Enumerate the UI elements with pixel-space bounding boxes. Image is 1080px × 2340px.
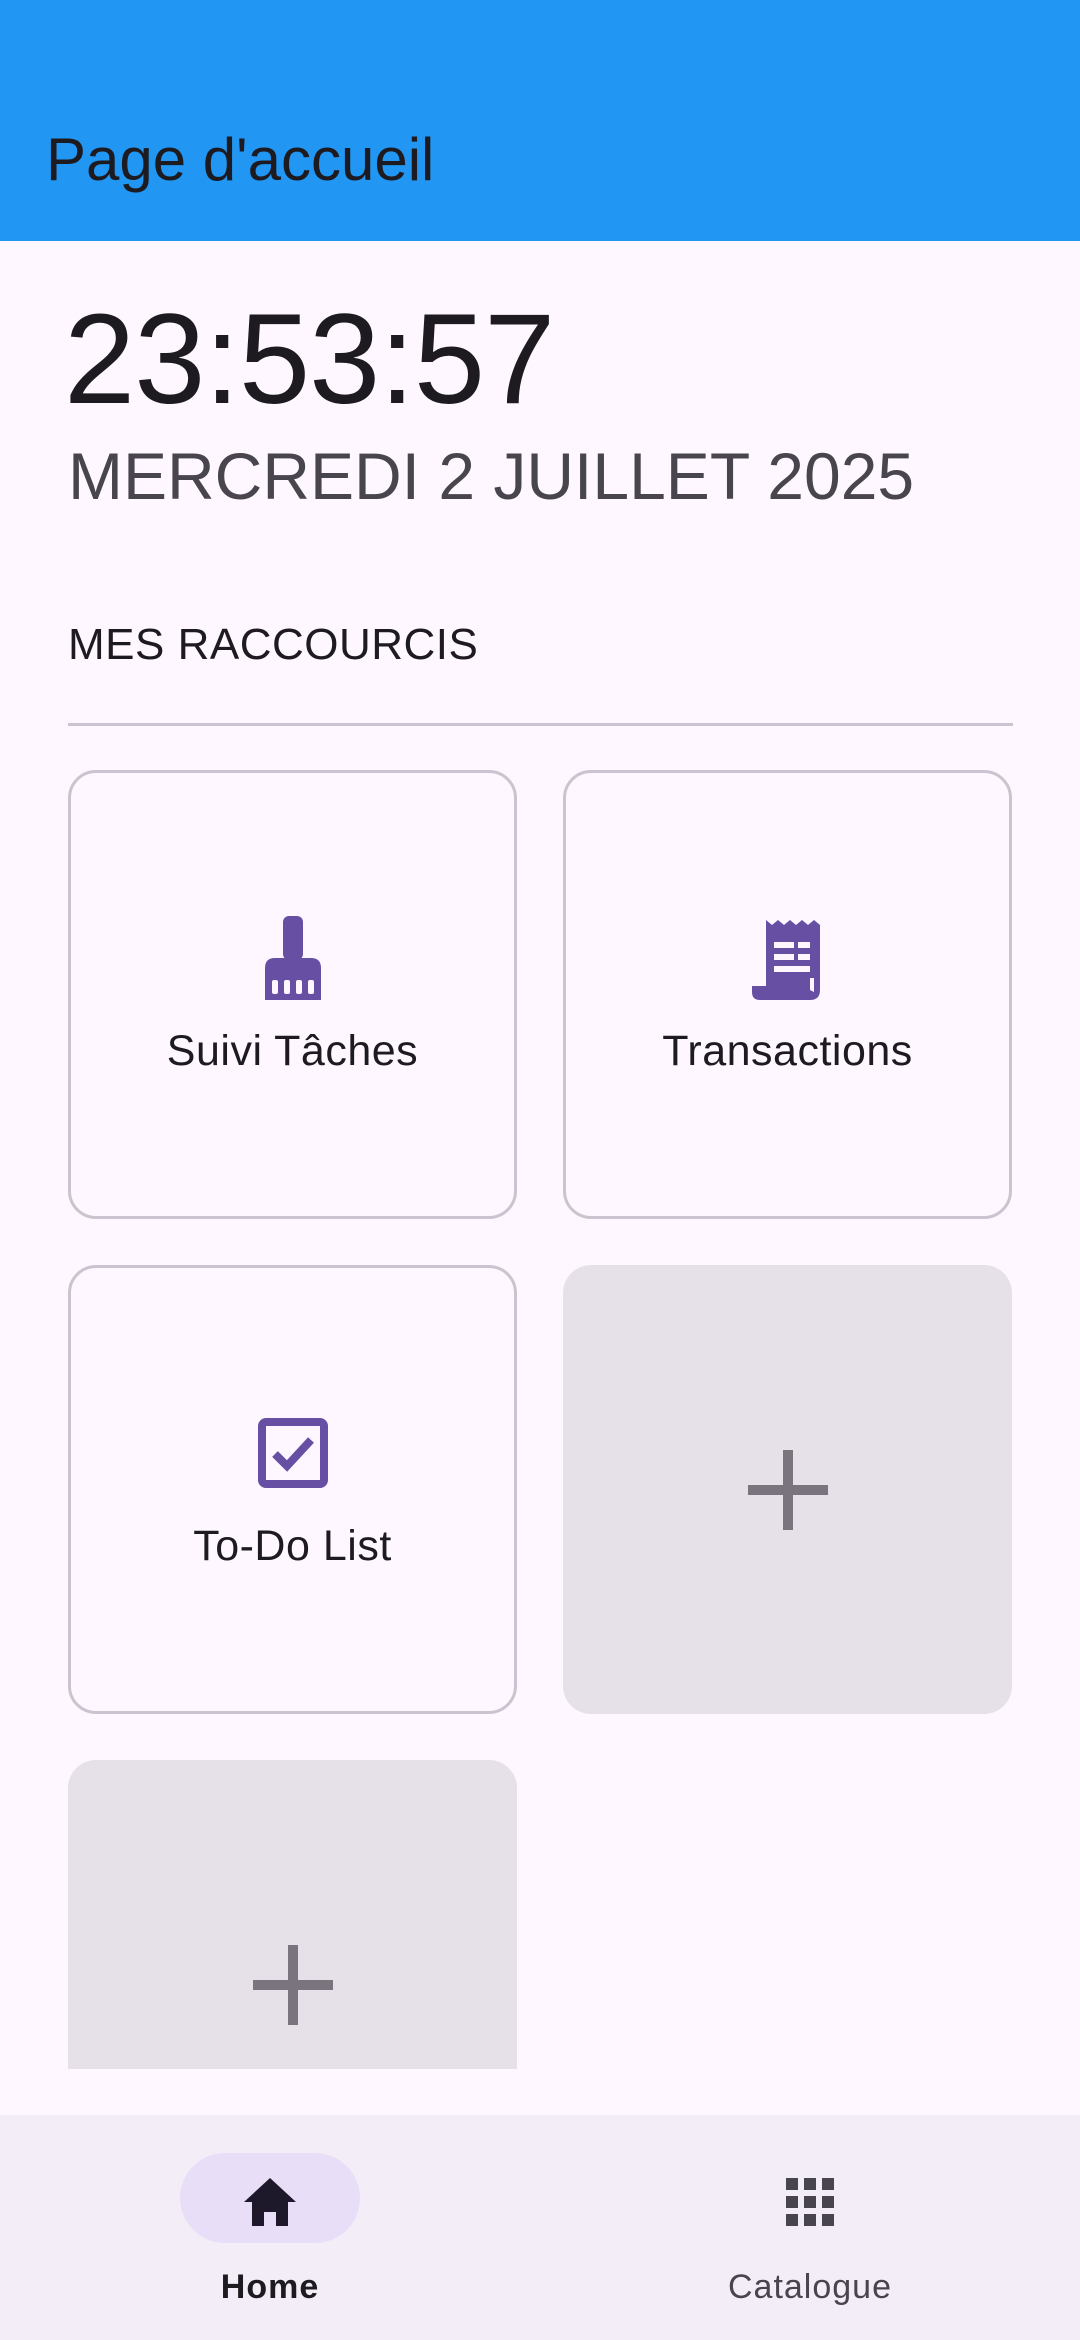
plus-icon <box>251 1943 335 2027</box>
section-divider <box>68 723 1013 726</box>
page-title: Page d'accueil <box>46 126 435 193</box>
nav-label-catalogue: Catalogue <box>727 2268 892 2306</box>
shortcuts-grid: Suivi Tâches Transactions To-Do List <box>0 760 1080 2069</box>
add-shortcut-tile[interactable] <box>563 1265 1012 1714</box>
nav-item-home[interactable]: Home <box>0 2115 540 2340</box>
clock-time: 23:53:57 <box>64 288 555 431</box>
clock-date: MERCREDI 2 JUILLET 2025 <box>68 439 915 513</box>
shortcut-label: To-Do List <box>193 1522 392 1570</box>
shortcut-tile-todo-list[interactable]: To-Do List <box>68 1265 517 1714</box>
nav-label-home: Home <box>220 2268 320 2306</box>
shortcut-label: Transactions <box>662 1027 913 1075</box>
receipt-icon <box>751 916 824 1000</box>
add-shortcut-tile[interactable] <box>68 1760 517 2069</box>
shortcut-label: Suivi Tâches <box>166 1027 419 1075</box>
grid-icon <box>782 2174 838 2230</box>
shortcuts-section-title: MES RACCOURCIS <box>68 620 479 669</box>
nav-item-catalogue[interactable]: Catalogue <box>540 2115 1080 2340</box>
shortcut-tile-transactions[interactable]: Transactions <box>563 770 1012 1219</box>
checkbox-icon <box>257 1411 329 1495</box>
broom-icon <box>257 916 329 1000</box>
plus-icon <box>746 1448 830 1532</box>
home-icon <box>242 2174 298 2230</box>
app-bar: Page d'accueil <box>0 0 1080 241</box>
shortcut-tile-suivi-taches[interactable]: Suivi Tâches <box>68 770 517 1219</box>
bottom-navigation: Home Catalogue <box>0 2115 1080 2340</box>
